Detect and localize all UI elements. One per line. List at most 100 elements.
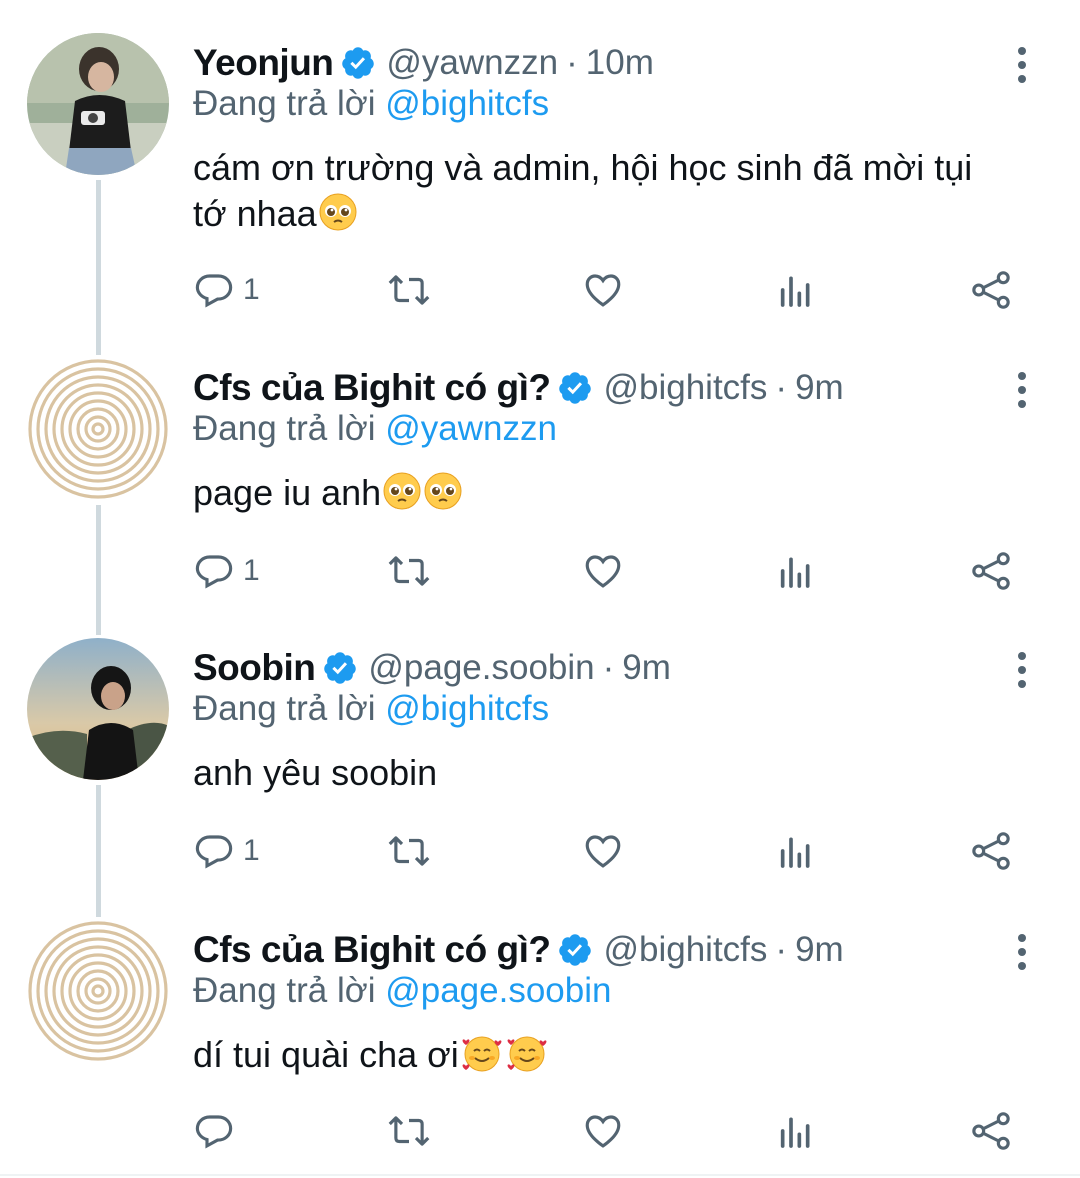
author-handle[interactable]: @yawnzzn <box>386 43 558 83</box>
tweet-text: dí tui quài cha ơi <box>193 1032 1043 1084</box>
heart-icon <box>585 1115 621 1148</box>
more-vertical-icon[interactable] <box>1004 33 1040 97</box>
separator: · <box>602 648 615 687</box>
timestamp[interactable]: 9m <box>795 930 844 970</box>
replying-mention[interactable]: @yawnzzn <box>385 409 557 448</box>
like-button[interactable] <box>580 546 626 596</box>
avatar[interactable] <box>27 358 169 500</box>
more-vertical-icon[interactable] <box>1004 358 1040 422</box>
tweet-text-line: cám ơn trường và admin, hội học sinh đã … <box>193 147 973 188</box>
replying-prefix: Đang trả lời <box>193 689 376 728</box>
smiling-face-with-hearts-icon <box>460 1033 504 1084</box>
replying-mention[interactable]: @bighitcfs <box>385 689 549 728</box>
like-button[interactable] <box>580 826 626 876</box>
reply-count: 1 <box>243 834 260 867</box>
analytics-button[interactable] <box>776 546 816 596</box>
heart-icon <box>585 835 621 868</box>
retweet-button[interactable] <box>385 826 433 876</box>
author-name[interactable]: Soobin <box>193 647 316 689</box>
reply-bubble-icon <box>195 274 233 308</box>
avatar[interactable] <box>27 638 169 780</box>
more-vertical-icon[interactable] <box>1004 638 1040 702</box>
retweet-icon <box>388 1116 430 1146</box>
analytics-bars-icon <box>780 276 810 307</box>
timestamp[interactable]: 9m <box>795 368 844 408</box>
share-button[interactable] <box>968 265 1014 315</box>
replying-mention[interactable]: @bighitcfs <box>385 84 549 123</box>
analytics-button[interactable] <box>776 1106 816 1156</box>
reply-bubble-icon <box>195 1115 233 1149</box>
tweet-text-line: tớ nhaa <box>193 193 317 234</box>
analytics-bars-icon <box>780 837 810 868</box>
share-button[interactable] <box>968 1106 1014 1156</box>
tweet-actions: 1 <box>0 265 1080 315</box>
author-handle[interactable]: @bighitcfs <box>603 368 767 408</box>
reply-button[interactable] <box>193 1106 243 1156</box>
share-icon <box>972 1112 1010 1150</box>
heart-icon <box>585 274 621 307</box>
retweet-icon <box>388 275 430 305</box>
timestamp[interactable]: 9m <box>622 648 671 688</box>
tweet-text: page iu anh <box>193 470 1043 522</box>
verified-badge-icon <box>340 45 376 81</box>
retweet-button[interactable] <box>385 265 433 315</box>
reply-button[interactable]: 1 <box>193 826 260 876</box>
author-handle[interactable]: @page.soobin <box>368 648 594 688</box>
replying-mention[interactable]: @page.soobin <box>385 971 611 1010</box>
tweet-text: cám ơn trường và admin, hội học sinh đã … <box>193 145 1043 243</box>
retweet-button[interactable] <box>385 1106 433 1156</box>
retweet-button[interactable] <box>385 546 433 596</box>
pleading-face-icon <box>423 471 463 522</box>
tweet-actions: 1 <box>0 546 1080 596</box>
replying-to: Đang trả lời @page.soobin <box>193 971 611 1011</box>
reply-bubble-icon <box>195 555 233 589</box>
separator: · <box>566 43 578 82</box>
replying-prefix: Đang trả lời <box>193 409 376 448</box>
reply-button[interactable]: 1 <box>193 265 260 315</box>
avatar[interactable] <box>27 920 169 1062</box>
verified-badge-icon <box>557 370 593 406</box>
tweet-text-line: anh yêu soobin <box>193 752 438 793</box>
pleading-face-icon <box>318 192 358 243</box>
tweet-text: anh yêu soobin <box>193 750 1043 796</box>
author-name[interactable]: Cfs của Bighit có gì? <box>193 929 551 971</box>
analytics-button[interactable] <box>776 265 816 315</box>
replying-to: Đang trả lời @bighitcfs <box>193 689 549 729</box>
like-button[interactable] <box>580 265 626 315</box>
replying-to: Đang trả lời @bighitcfs <box>193 84 549 124</box>
heart-icon <box>585 555 621 588</box>
tweet-text-line: dí tui quài cha ơi <box>193 1034 459 1075</box>
verified-badge-icon <box>557 932 593 968</box>
like-button[interactable] <box>580 1106 626 1156</box>
analytics-button[interactable] <box>776 826 816 876</box>
retweet-icon <box>388 556 430 586</box>
separator: · <box>775 368 788 407</box>
share-icon <box>972 552 1010 590</box>
analytics-bars-icon <box>780 1117 810 1148</box>
author-handle[interactable]: @bighitcfs <box>603 930 767 970</box>
analytics-bars-icon <box>780 557 810 588</box>
replying-prefix: Đang trả lời <box>193 84 376 123</box>
author-name[interactable]: Cfs của Bighit có gì? <box>193 367 551 409</box>
smiling-face-with-hearts-icon <box>505 1033 549 1084</box>
replying-prefix: Đang trả lời <box>193 971 376 1010</box>
reply-count: 1 <box>243 273 260 306</box>
timestamp[interactable]: 10m <box>586 43 654 83</box>
tweet-text-line: page iu anh <box>193 472 382 513</box>
share-button[interactable] <box>968 546 1014 596</box>
replying-to: Đang trả lời @yawnzzn <box>193 409 557 449</box>
avatar[interactable] <box>27 33 169 175</box>
verified-badge-icon <box>322 650 358 686</box>
share-icon <box>972 271 1010 309</box>
share-button[interactable] <box>968 826 1014 876</box>
reply-count: 1 <box>243 554 260 587</box>
retweet-icon <box>388 836 430 866</box>
reply-bubble-icon <box>195 835 233 869</box>
separator: · <box>775 930 788 969</box>
tweet-actions: 1 <box>0 826 1080 876</box>
reply-button[interactable]: 1 <box>193 546 260 596</box>
author-name[interactable]: Yeonjun <box>193 42 334 84</box>
pleading-face-icon <box>382 471 422 522</box>
share-icon <box>972 832 1010 870</box>
more-vertical-icon[interactable] <box>1004 920 1040 984</box>
